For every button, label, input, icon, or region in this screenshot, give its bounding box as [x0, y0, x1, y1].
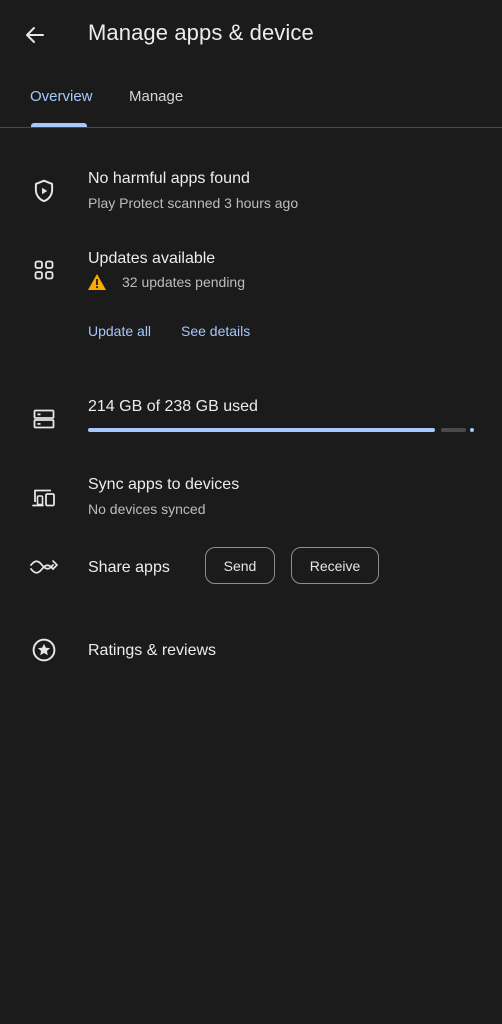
storage-icon [30, 405, 58, 433]
storage-progress-end-dot [470, 428, 474, 432]
shield-play-icon [30, 177, 58, 205]
storage-progress-remaining [441, 428, 466, 432]
app-bar: Manage apps & device [0, 0, 502, 70]
protect-title: No harmful apps found [88, 170, 250, 187]
updates-title: Updates available [88, 250, 216, 267]
devices-icon [30, 484, 58, 512]
storage-progress-bar [88, 427, 474, 433]
receive-button[interactable]: Receive [291, 547, 379, 584]
page-title: Manage apps & device [88, 20, 314, 45]
sync-apps-row[interactable] [0, 468, 502, 524]
sync-subtitle: No devices synced [88, 501, 206, 517]
apps-grid-icon [30, 256, 58, 284]
tab-overview[interactable]: Overview [30, 88, 93, 105]
send-button[interactable]: Send [205, 547, 275, 584]
active-tab-indicator [31, 123, 87, 127]
see-details-button[interactable]: See details [181, 323, 250, 339]
storage-progress-fill [88, 428, 435, 432]
update-all-button[interactable]: Update all [88, 323, 151, 339]
share-apps-icon [28, 553, 60, 581]
protect-subtitle: Play Protect scanned 3 hours ago [88, 195, 299, 211]
updates-row[interactable] [0, 240, 502, 300]
star-circle-icon [30, 636, 58, 664]
ratings-reviews-row[interactable] [0, 626, 502, 674]
play-protect-row[interactable] [0, 160, 502, 224]
ratings-title: Ratings & reviews [88, 642, 217, 659]
back-button[interactable] [18, 18, 52, 52]
arrow-back-icon [26, 27, 44, 43]
updates-pending-text: 32 updates pending [122, 274, 245, 290]
storage-used-text: 214 GB of 238 GB used [88, 398, 258, 415]
tab-manage[interactable]: Manage [129, 88, 183, 105]
warning-icon [86, 272, 108, 292]
sync-title: Sync apps to devices [88, 476, 240, 493]
share-apps-title: Share apps [88, 559, 170, 576]
tab-bar: Overview Manage [0, 70, 502, 128]
